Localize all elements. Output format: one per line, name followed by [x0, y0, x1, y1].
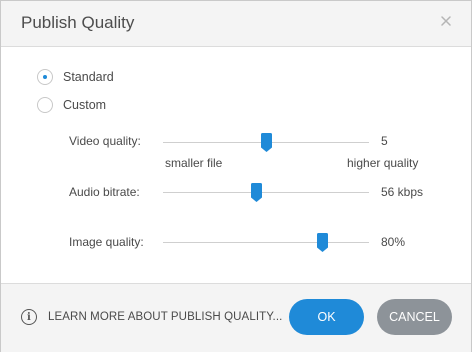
publish-quality-dialog: Publish Quality Standard Custom Video qu…	[0, 0, 472, 352]
radio-standard-label: Standard	[63, 70, 114, 84]
info-icon: i	[21, 309, 37, 325]
image-quality-slider-thumb[interactable]	[316, 233, 328, 252]
video-min-hint: smaller file	[165, 156, 223, 170]
audio-bitrate-slider[interactable]	[163, 183, 369, 202]
video-quality-slider[interactable]	[163, 133, 369, 152]
audio-bitrate-value: 56 kbps	[381, 185, 424, 199]
radio-custom-label: Custom	[63, 98, 107, 112]
video-quality-value: 5	[381, 134, 388, 148]
radio-custom-indicator[interactable]	[37, 97, 53, 113]
video-max-hint: higher quality	[347, 156, 419, 170]
dialog-header: Publish Quality	[1, 1, 471, 47]
radio-standard[interactable]: Standard	[37, 69, 114, 85]
dialog-footer: i LEARN MORE ABOUT PUBLISH QUALITY... OK…	[1, 283, 471, 352]
audio-bitrate-slider-thumb[interactable]	[250, 183, 262, 202]
video-quality-slider-thumb[interactable]	[261, 133, 272, 152]
ok-button[interactable]: OK	[289, 299, 364, 335]
image-quality-slider[interactable]	[163, 233, 369, 252]
learn-more-link[interactable]: i LEARN MORE ABOUT PUBLISH QUALITY...	[21, 309, 282, 325]
audio-bitrate-label: Audio bitrate:	[69, 185, 140, 199]
close-icon[interactable]	[438, 13, 454, 29]
dialog-title: Publish Quality	[21, 13, 135, 32]
image-quality-value: 80%	[381, 235, 406, 249]
learn-more-label: LEARN MORE ABOUT PUBLISH QUALITY...	[48, 311, 283, 323]
radio-standard-indicator[interactable]	[37, 69, 53, 85]
cancel-button[interactable]: CANCEL	[377, 299, 452, 335]
radio-custom[interactable]: Custom	[37, 97, 106, 113]
video-quality-label: Video quality:	[69, 134, 141, 148]
image-quality-label: Image quality:	[69, 235, 144, 249]
